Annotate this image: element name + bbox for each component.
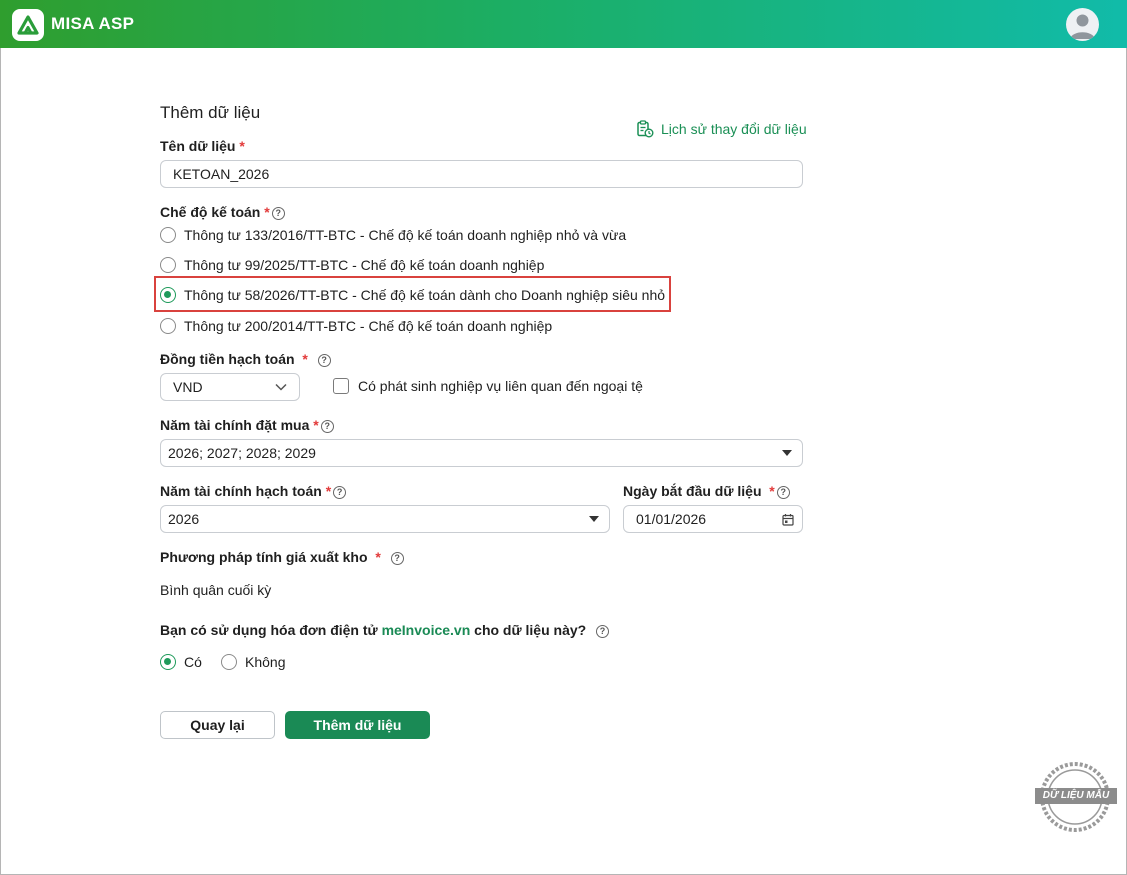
radio-icon[interactable] (221, 654, 237, 670)
data-name-input[interactable] (160, 160, 803, 188)
accounting-year-select[interactable]: 2026 (160, 505, 610, 533)
regime-option-label: Thông tư 200/2014/TT-BTC - Chế độ kế toá… (184, 318, 553, 334)
help-icon[interactable]: ? (776, 486, 790, 499)
radio-icon[interactable] (160, 257, 176, 273)
back-button[interactable]: Quay lại (160, 711, 275, 739)
help-icon[interactable]: ? (320, 420, 334, 433)
einvoice-question-text-end: cho dữ liệu này? (470, 622, 587, 638)
stamp-text: DỮ LIỆU MẪU (1035, 788, 1117, 804)
help-icon[interactable]: ? (333, 486, 347, 499)
accounting-year-label-text: Năm tài chính hạch toán (160, 483, 322, 499)
accounting-regime-label-text: Chế độ kế toán (160, 204, 261, 220)
meinvoice-link[interactable]: meInvoice.vn (382, 622, 471, 638)
purchased-years-select[interactable]: 2026; 2027; 2028; 2029 (160, 439, 803, 467)
start-date-label-text: Ngày bắt đầu dữ liệu (623, 483, 762, 499)
foreign-currency-label: Có phát sinh nghiệp vụ liên quan đến ngo… (358, 378, 643, 394)
start-date-value: 01/01/2026 (636, 511, 707, 527)
help-icon[interactable]: ? (595, 625, 609, 638)
start-date-label: Ngày bắt đầu dữ liệu *? (623, 483, 790, 499)
page-title: Thêm dữ liệu (160, 103, 261, 122)
help-icon[interactable]: ? (317, 354, 331, 367)
purchased-years-value: 2026; 2027; 2028; 2029 (168, 445, 316, 461)
purchased-years-label-text: Năm tài chính đặt mua (160, 417, 310, 433)
currency-select[interactable]: VND (160, 373, 300, 401)
help-icon[interactable]: ? (271, 207, 285, 220)
app-name: MISA ASP (51, 14, 135, 33)
inventory-method-value: Bình quân cuối kỳ (160, 582, 272, 598)
radio-selected-icon[interactable] (160, 654, 176, 670)
data-name-label-text: Tên dữ liệu (160, 138, 236, 154)
einvoice-option-yes[interactable]: Có (160, 654, 202, 670)
regime-option-tt58[interactable]: Thông tư 58/2026/TT-BTC - Chế độ kế toán… (160, 287, 665, 303)
radio-selected-icon[interactable] (160, 287, 176, 303)
radio-icon[interactable] (160, 318, 176, 334)
data-name-label: Tên dữ liệu * (160, 138, 245, 154)
einvoice-question: Bạn có sử dụng hóa đơn điện tử meInvoice… (160, 622, 609, 638)
einvoice-question-text: Bạn có sử dụng hóa đơn điện tử (160, 622, 382, 638)
regime-option-tt133[interactable]: Thông tư 133/2016/TT-BTC - Chế độ kế toá… (160, 227, 626, 243)
add-data-button[interactable]: Thêm dữ liệu (285, 711, 430, 739)
accounting-year-label: Năm tài chính hạch toán *? (160, 483, 347, 499)
regime-option-label: Thông tư 133/2016/TT-BTC - Chế độ kế toá… (184, 227, 627, 243)
regime-option-tt200[interactable]: Thông tư 200/2014/TT-BTC - Chế độ kế toá… (160, 318, 552, 334)
calendar-icon[interactable] (782, 513, 794, 526)
currency-label: Đồng tiền hạch toán * ? (160, 351, 331, 367)
caret-down-icon (782, 450, 792, 456)
chevron-down-icon (275, 383, 287, 391)
history-link[interactable]: Lịch sử thay đổi dữ liệu (636, 120, 807, 138)
required-mark: * (239, 138, 245, 154)
currency-label-text: Đồng tiền hạch toán (160, 351, 295, 367)
top-bar: MISA ASP (0, 0, 1127, 48)
help-icon[interactable]: ? (390, 552, 404, 565)
foreign-currency-option[interactable]: Có phát sinh nghiệp vụ liên quan đến ngo… (333, 378, 643, 394)
required-mark: * (313, 417, 319, 433)
currency-value: VND (173, 379, 203, 395)
clipboard-history-icon (637, 120, 654, 138)
required-mark: * (325, 483, 332, 499)
inventory-method-label: Phương pháp tính giá xuất kho * ? (160, 549, 404, 565)
regime-option-label: Thông tư 58/2026/TT-BTC - Chế độ kế toán… (184, 287, 666, 303)
start-date-input[interactable]: 01/01/2026 (623, 505, 803, 533)
einvoice-option-label: Có (184, 654, 202, 670)
user-avatar-icon[interactable] (1066, 8, 1099, 41)
required-mark: * (302, 351, 308, 367)
radio-icon[interactable] (160, 227, 176, 243)
required-mark: * (375, 549, 381, 565)
sample-data-stamp: DỮ LIỆU MẪU (1035, 761, 1117, 833)
einvoice-option-label: Không (245, 654, 286, 670)
regime-option-tt99[interactable]: Thông tư 99/2025/TT-BTC - Chế độ kế toán… (160, 257, 544, 273)
accounting-year-value: 2026 (168, 511, 200, 527)
misa-logo-icon[interactable] (12, 9, 44, 41)
einvoice-option-no[interactable]: Không (221, 654, 285, 670)
purchased-years-label: Năm tài chính đặt mua *? (160, 417, 334, 433)
required-mark: * (769, 483, 775, 499)
caret-down-icon (589, 516, 599, 522)
regime-option-label: Thông tư 99/2025/TT-BTC - Chế độ kế toán… (184, 257, 545, 273)
history-link-label: Lịch sử thay đổi dữ liệu (661, 121, 807, 137)
window-frame (0, 0, 1127, 875)
checkbox-icon[interactable] (333, 378, 349, 394)
inventory-method-label-text: Phương pháp tính giá xuất kho (160, 549, 368, 565)
accounting-regime-label: Chế độ kế toán *? (160, 204, 285, 220)
required-mark: * (264, 204, 270, 220)
